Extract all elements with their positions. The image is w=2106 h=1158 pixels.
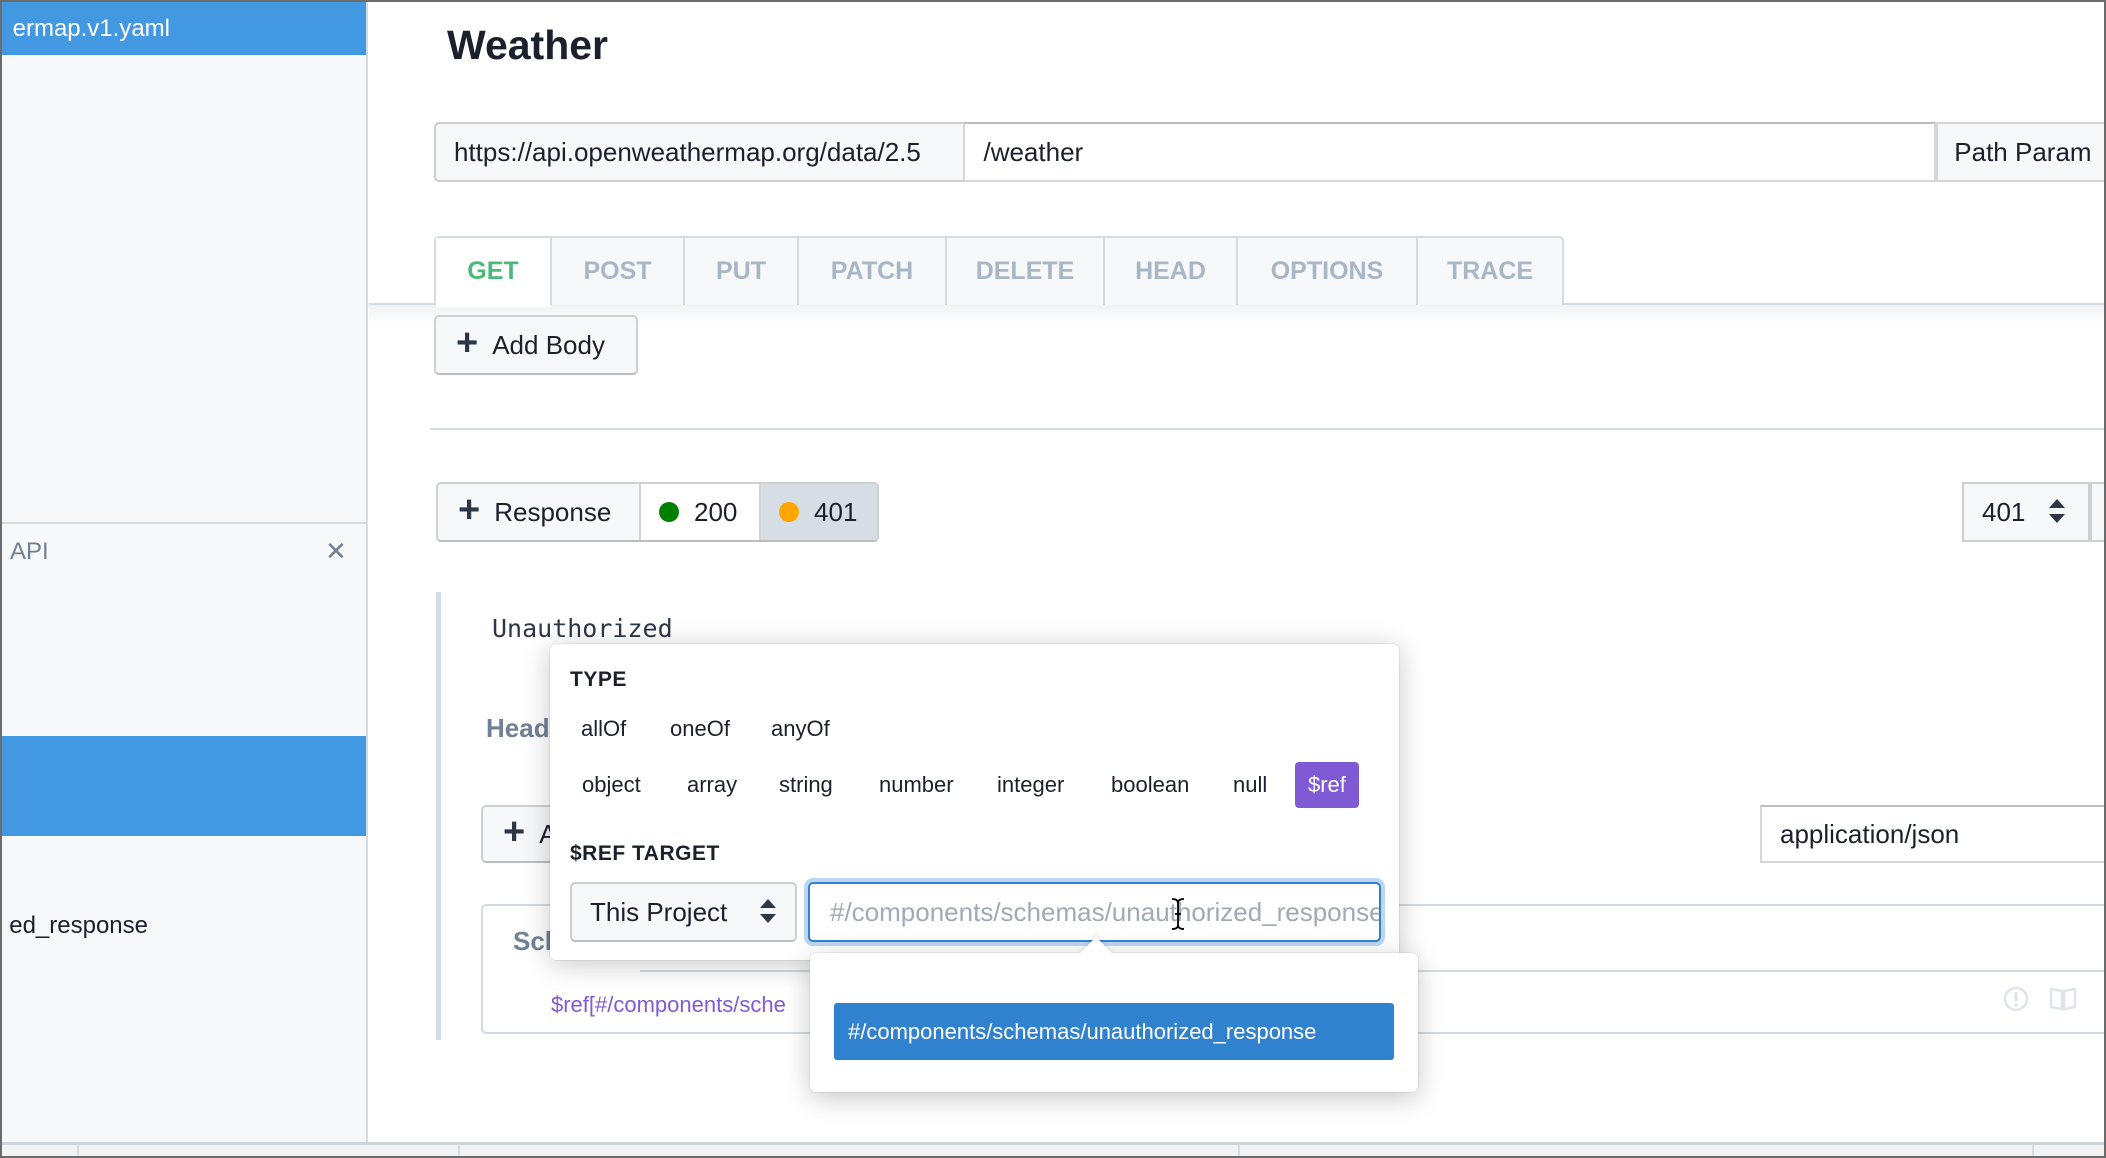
method-tabs: GET POST PUT PATCH DELETE HEAD OPTIONS T… bbox=[434, 236, 1564, 307]
sidebar-item-label: ed_response bbox=[9, 912, 148, 939]
type-heading: TYPE bbox=[570, 668, 627, 691]
tab-head[interactable]: HEAD bbox=[1103, 238, 1236, 305]
info-icon[interactable] bbox=[2003, 986, 2029, 1012]
add-body-button[interactable]: + Add Body bbox=[434, 315, 638, 375]
text-cursor-icon bbox=[1171, 898, 1185, 930]
ref-target-input[interactable] bbox=[808, 882, 1381, 942]
sidebar-section-title: API bbox=[10, 538, 49, 565]
status-bar bbox=[2, 1142, 2104, 1156]
status-separator bbox=[458, 1145, 460, 1156]
response-code-group: + Response 200 401 bbox=[436, 482, 879, 542]
type-option-anyof[interactable]: anyOf bbox=[771, 716, 830, 742]
tab-delete[interactable]: DELETE bbox=[945, 238, 1103, 305]
plus-icon: + bbox=[456, 322, 479, 364]
type-picker-popover: TYPE allOf oneOf anyOf object array stri… bbox=[550, 644, 1399, 960]
page-title: Weather bbox=[447, 22, 609, 68]
sidebar-divider bbox=[2, 522, 366, 524]
status-separator bbox=[77, 1145, 79, 1156]
path-input[interactable]: /weather bbox=[963, 122, 1937, 182]
select-arrows-icon bbox=[760, 899, 776, 923]
plus-icon: + bbox=[458, 489, 481, 531]
select-arrows-icon bbox=[2049, 499, 2065, 523]
schema-ref-value[interactable]: $ref[#/components/sche bbox=[551, 992, 786, 1018]
status-dot-icon bbox=[779, 502, 799, 522]
sidebar-item-selected[interactable] bbox=[2, 736, 366, 836]
ref-suggestions-dropdown: #/components/schemas/unauthorized_respon… bbox=[810, 953, 1418, 1092]
sidebar-file-name: ermap.v1.yaml bbox=[12, 15, 170, 42]
add-response-label: Response bbox=[494, 496, 612, 527]
status-code-select[interactable]: 401 bbox=[1962, 482, 2090, 542]
add-body-label: Add Body bbox=[492, 329, 605, 360]
app-window: ermap.v1.yaml API ✕ ed_response Weather … bbox=[2, 2, 2104, 1156]
type-option-oneof[interactable]: oneOf bbox=[670, 716, 730, 742]
type-option-integer[interactable]: integer bbox=[997, 772, 1064, 798]
response-code: 200 bbox=[694, 496, 738, 527]
ref-target-heading: $REF TARGET bbox=[570, 842, 720, 865]
response-option-button[interactable] bbox=[2090, 482, 2104, 542]
status-code-value: 401 bbox=[1982, 497, 2026, 527]
ref-source-value: This Project bbox=[590, 897, 728, 927]
type-option-object[interactable]: object bbox=[582, 772, 641, 798]
response-accent-bar bbox=[436, 592, 441, 1040]
content-type-input[interactable]: application/json bbox=[1760, 805, 2104, 863]
tab-trace[interactable]: TRACE bbox=[1416, 238, 1562, 305]
url-bar: https://api.openweathermap.org/data/2.5 … bbox=[434, 122, 2104, 182]
type-option-number[interactable]: number bbox=[879, 772, 954, 798]
headers-label: Head bbox=[486, 713, 550, 743]
type-option-string[interactable]: string bbox=[779, 772, 833, 798]
sidebar: ermap.v1.yaml API ✕ ed_response bbox=[2, 2, 368, 1142]
response-tab-401[interactable]: 401 bbox=[759, 484, 877, 540]
path-params-button[interactable]: Path Param bbox=[1936, 122, 2104, 182]
status-separator bbox=[2032, 1145, 2034, 1156]
type-option-ref[interactable]: $ref bbox=[1295, 762, 1359, 808]
tab-get[interactable]: GET bbox=[436, 238, 550, 307]
tab-options[interactable]: OPTIONS bbox=[1236, 238, 1416, 305]
plus-icon: + bbox=[503, 811, 526, 853]
tab-post[interactable]: POST bbox=[550, 238, 683, 305]
server-url[interactable]: https://api.openweathermap.org/data/2.5 bbox=[434, 122, 964, 182]
type-option-boolean[interactable]: boolean bbox=[1111, 772, 1189, 798]
status-dot-icon bbox=[659, 502, 679, 522]
section-divider bbox=[430, 428, 2104, 430]
ref-source-select[interactable]: This Project bbox=[570, 882, 797, 942]
sidebar-file-item[interactable]: ermap.v1.yaml bbox=[2, 2, 366, 55]
suggestion-item[interactable]: #/components/schemas/unauthorized_respon… bbox=[834, 1003, 1394, 1060]
response-description[interactable]: Unauthorized bbox=[492, 614, 673, 643]
status-separator bbox=[1238, 1145, 1240, 1156]
book-icon[interactable] bbox=[2049, 986, 2077, 1012]
type-option-allof[interactable]: allOf bbox=[581, 716, 626, 742]
add-response-button[interactable]: + Response bbox=[438, 484, 639, 540]
response-code: 401 bbox=[814, 496, 858, 527]
tab-patch[interactable]: PATCH bbox=[797, 238, 945, 305]
response-tab-200[interactable]: 200 bbox=[639, 484, 759, 540]
type-option-array[interactable]: array bbox=[687, 772, 737, 798]
type-option-null[interactable]: null bbox=[1233, 772, 1267, 798]
close-icon[interactable]: ✕ bbox=[325, 536, 347, 567]
tab-put[interactable]: PUT bbox=[683, 238, 797, 305]
